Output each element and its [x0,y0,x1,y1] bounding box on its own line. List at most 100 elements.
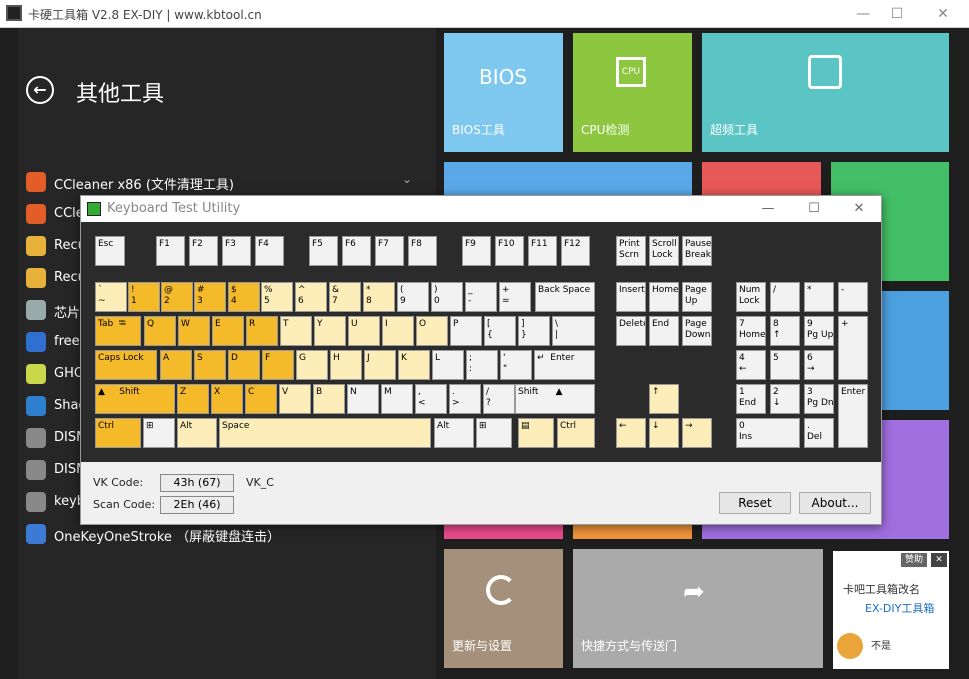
key: → [682,418,712,448]
key: Caps Lock [95,350,157,380]
key: ↵ Enter [534,350,595,380]
scan-code-label: Scan Code: [93,498,156,511]
back-button[interactable]: ← [26,76,54,104]
key: ⊞ [143,418,175,448]
tile-partial[interactable] [702,525,949,539]
key: F12 [561,236,590,266]
kb-close-button[interactable]: ✕ [848,199,870,219]
key: ' " [500,350,532,380]
key: Y [314,316,346,346]
key: ` ~ [95,282,127,312]
kb-titlebar: Keyboard Test Utility — ☐ ✕ [81,196,881,222]
tool-icon [26,396,46,416]
tile-bios[interactable]: BIOS BIOS工具 [444,33,563,152]
tool-icon [26,364,46,384]
key: * 8 [363,282,395,312]
tile-partial[interactable] [444,525,563,539]
key: F10 [495,236,524,266]
key: O [416,316,448,346]
maximize-button[interactable]: ☐ [886,4,908,24]
key: S [194,350,226,380]
vk-code-label: VK Code: [93,476,144,489]
app-logo-icon [6,5,22,21]
tile-partial[interactable] [573,525,692,539]
sponsor-tag: 赞助 [901,553,927,567]
tool-icon [26,524,46,544]
kb-title: Keyboard Test Utility [107,201,241,216]
kb-maximize-button[interactable]: ☐ [803,199,825,219]
sponsor-line-1: 卡吧工具箱改名 [843,583,920,596]
sponsor-close-button[interactable]: ✕ [931,553,947,567]
key: / ? [483,384,515,414]
chevron-down-icon[interactable]: ⌄ [402,172,412,186]
sponsor-card[interactable]: 赞助 ✕ 卡吧工具箱改名 EX-DIY工具箱 不是 [833,551,949,669]
key: E [212,316,244,346]
scan-code-field: 2Eh (46) [160,496,234,514]
key: Shift ▲ [515,384,595,414]
key: ) 0 [431,282,463,312]
key: 0 Ins [736,418,800,448]
page-title: 其他工具 [76,82,165,107]
key: ▲ Shift [95,384,175,414]
key: Q [144,316,176,346]
key: 2 ↓ [770,384,800,414]
key: U [348,316,380,346]
sponsor-line-2: EX-DIY工具箱 [865,602,935,615]
key: Scroll Lock [649,236,679,266]
tool-item[interactable]: CCleaner x86 (文件清理工具) ⌄ [26,168,418,196]
tool-icon [26,332,46,352]
key: % 5 [261,282,293,312]
tile-label: BIOS工具 [452,123,505,137]
key: I [382,316,414,346]
key: P [450,316,482,346]
tile-sliders[interactable]: 超频工具 [702,33,949,152]
key: H [330,350,362,380]
tool-icon [26,268,46,288]
about-button[interactable]: About... [799,492,871,514]
tile-label: 更新与设置 [452,639,513,653]
tool-icon [26,460,46,480]
vk-code-field: 43h (67) [160,474,234,492]
key: G [296,350,328,380]
key: Print Scrn [616,236,646,266]
tile-refresh[interactable]: 更新与设置 [444,549,563,668]
key: * [804,282,834,312]
key: # 3 [194,282,226,312]
key: 3 Pg Dn [804,384,834,414]
key: F8 [408,236,437,266]
sponsor-avatar [837,633,863,659]
key: Num Lock [736,282,766,312]
refresh-icon [486,575,516,605]
minimize-button[interactable]: — [852,4,874,24]
tile-label: CPU检测 [581,123,630,137]
key: Esc [95,236,125,266]
tile-cpu[interactable]: CPU CPU检测 [573,33,692,152]
key: C [245,384,277,414]
key: Pause Break [682,236,712,266]
close-button[interactable]: ✕ [932,4,954,24]
key: / [770,282,800,312]
tile-label: 超频工具 [710,123,759,137]
key: ↓ [649,418,679,448]
key: + [838,316,868,380]
key: 7 Home [736,316,766,346]
key: . > [449,384,481,414]
key: & 7 [329,282,361,312]
key: . Del [804,418,834,448]
key: \ | [552,316,595,346]
kb-minimize-button[interactable]: — [757,199,779,219]
key: D [228,350,260,380]
key: Page Up [682,282,712,312]
key: Ctrl [95,418,141,448]
tile-share[interactable]: ➦ 快捷方式与传送门 [573,549,823,668]
tool-item-label: 芯片 [54,306,81,321]
key: F6 [342,236,371,266]
tool-icon [26,236,46,256]
app-title: 卡硬工具箱 V2.8 EX-DIY | www.kbtool.cn [28,8,262,22]
key: 1 End [736,384,766,414]
key: 6 → [804,350,834,380]
sliders-icon [808,55,842,89]
key: F11 [528,236,557,266]
reset-button[interactable]: Reset [719,492,791,514]
key: 5 [770,350,800,380]
